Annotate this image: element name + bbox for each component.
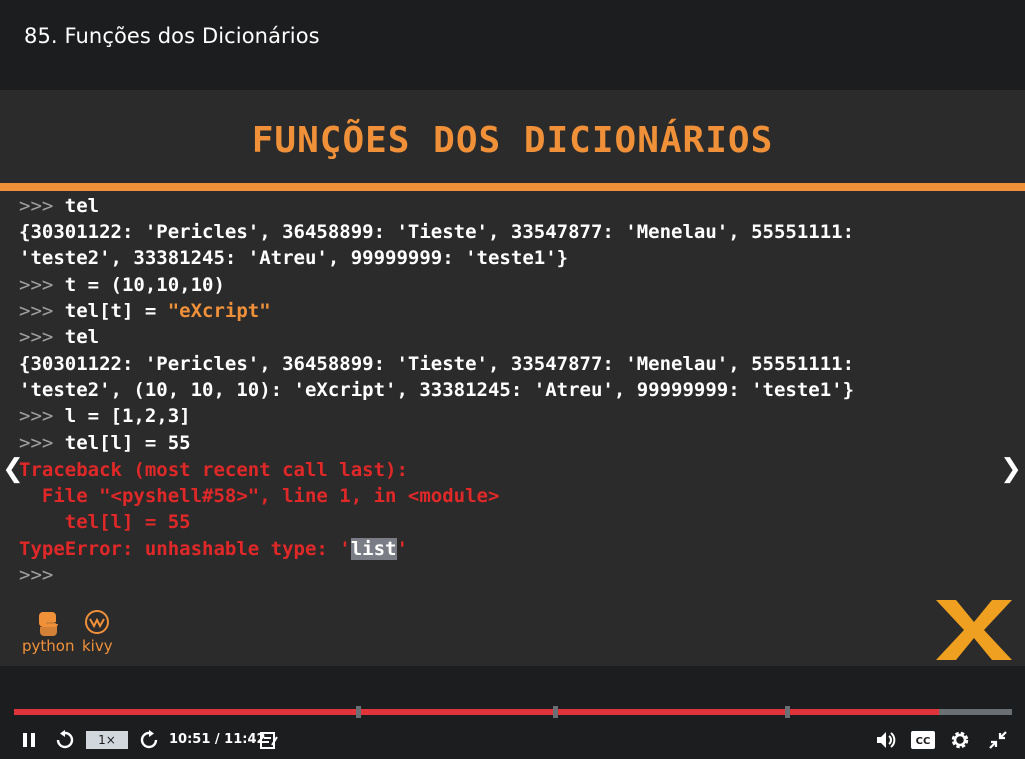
shell-line: 'teste2', 33381245: 'Atreu', 99999999: '… (19, 247, 569, 269)
shell-line: >>> tel[l] = 55 (19, 432, 191, 454)
progress-fill (14, 709, 940, 715)
video-slide[interactable]: FUNÇÕES DOS DICIONÁRIOS >>> tel {3030112… (0, 90, 1025, 666)
shell-line: >>> (19, 564, 54, 586)
chapter-marker (356, 706, 362, 718)
gear-icon (951, 731, 969, 749)
kivy-icon (85, 610, 109, 634)
pause-icon (23, 733, 35, 747)
progress-bar[interactable] (14, 706, 1012, 718)
next-lecture-arrow-icon[interactable]: ❯ (1000, 454, 1022, 484)
traceback-line: tel[l] = 55 (19, 511, 191, 533)
heading-divider (0, 183, 1025, 191)
player-controls: 1× 10:51 / 11:42 CC (0, 666, 1025, 759)
python-shell: >>> tel {30301122: 'Pericles', 36458899:… (0, 191, 1025, 586)
shell-line: 'teste2', (10, 10, 10): 'eXcript', 33381… (19, 379, 855, 401)
traceback-line: Traceback (most recent call last): (19, 459, 408, 481)
forward-button[interactable] (138, 729, 160, 751)
kivy-logo: kivy (82, 610, 122, 660)
forward-icon (140, 730, 158, 749)
chapter-marker (552, 706, 558, 718)
notes-button[interactable] (258, 729, 280, 751)
exit-fullscreen-icon (989, 731, 1007, 749)
rewind-icon (56, 730, 74, 749)
chapter-marker (785, 706, 791, 718)
playback-speed-button[interactable]: 1× (86, 731, 128, 749)
shell-line: >>> tel[t] = "eXcript" (19, 300, 271, 322)
python-logo-text: python (22, 637, 75, 655)
traceback-line: File "<pyshell#58>", line 1, in <module> (19, 485, 500, 507)
python-snake-icon (39, 612, 58, 636)
captions-button[interactable]: CC (910, 729, 936, 751)
python-logo: python (20, 610, 76, 660)
pause-button[interactable] (20, 729, 38, 751)
shell-line: >>> tel (19, 326, 100, 348)
shell-line: {30301122: 'Pericles', 36458899: 'Tieste… (19, 353, 855, 375)
shell-line: >>> l = [1,2,3] (19, 405, 191, 427)
notes-icon (260, 732, 278, 749)
rewind-button[interactable] (54, 729, 76, 751)
svg-text:CC: CC (916, 736, 931, 747)
shell-line: >>> t = (10,10,10) (19, 274, 225, 296)
time-display: 10:51 / 11:42 (169, 732, 266, 747)
captions-icon: CC (911, 731, 935, 749)
volume-icon (877, 732, 896, 748)
volume-button[interactable] (874, 729, 898, 751)
previous-lecture-arrow-icon[interactable]: ❮ (2, 454, 24, 484)
excript-logo (934, 598, 1014, 663)
shell-line: >>> tel (19, 195, 100, 217)
string-literal: "eXcript" (167, 300, 271, 322)
shell-line: {30301122: 'Pericles', 36458899: 'Tieste… (19, 221, 855, 243)
selected-text: list (350, 538, 397, 560)
slide-heading: FUNÇÕES DOS DICIONÁRIOS (251, 120, 774, 161)
error-line: TypeError: unhashable type: 'list' (19, 538, 408, 560)
kivy-logo-text: kivy (82, 637, 113, 655)
exit-fullscreen-button[interactable] (986, 729, 1010, 751)
video-header: 85. Funções dos Dicionários (0, 0, 1025, 90)
lecture-title: 85. Funções dos Dicionários (24, 24, 320, 48)
settings-button[interactable] (948, 729, 972, 751)
